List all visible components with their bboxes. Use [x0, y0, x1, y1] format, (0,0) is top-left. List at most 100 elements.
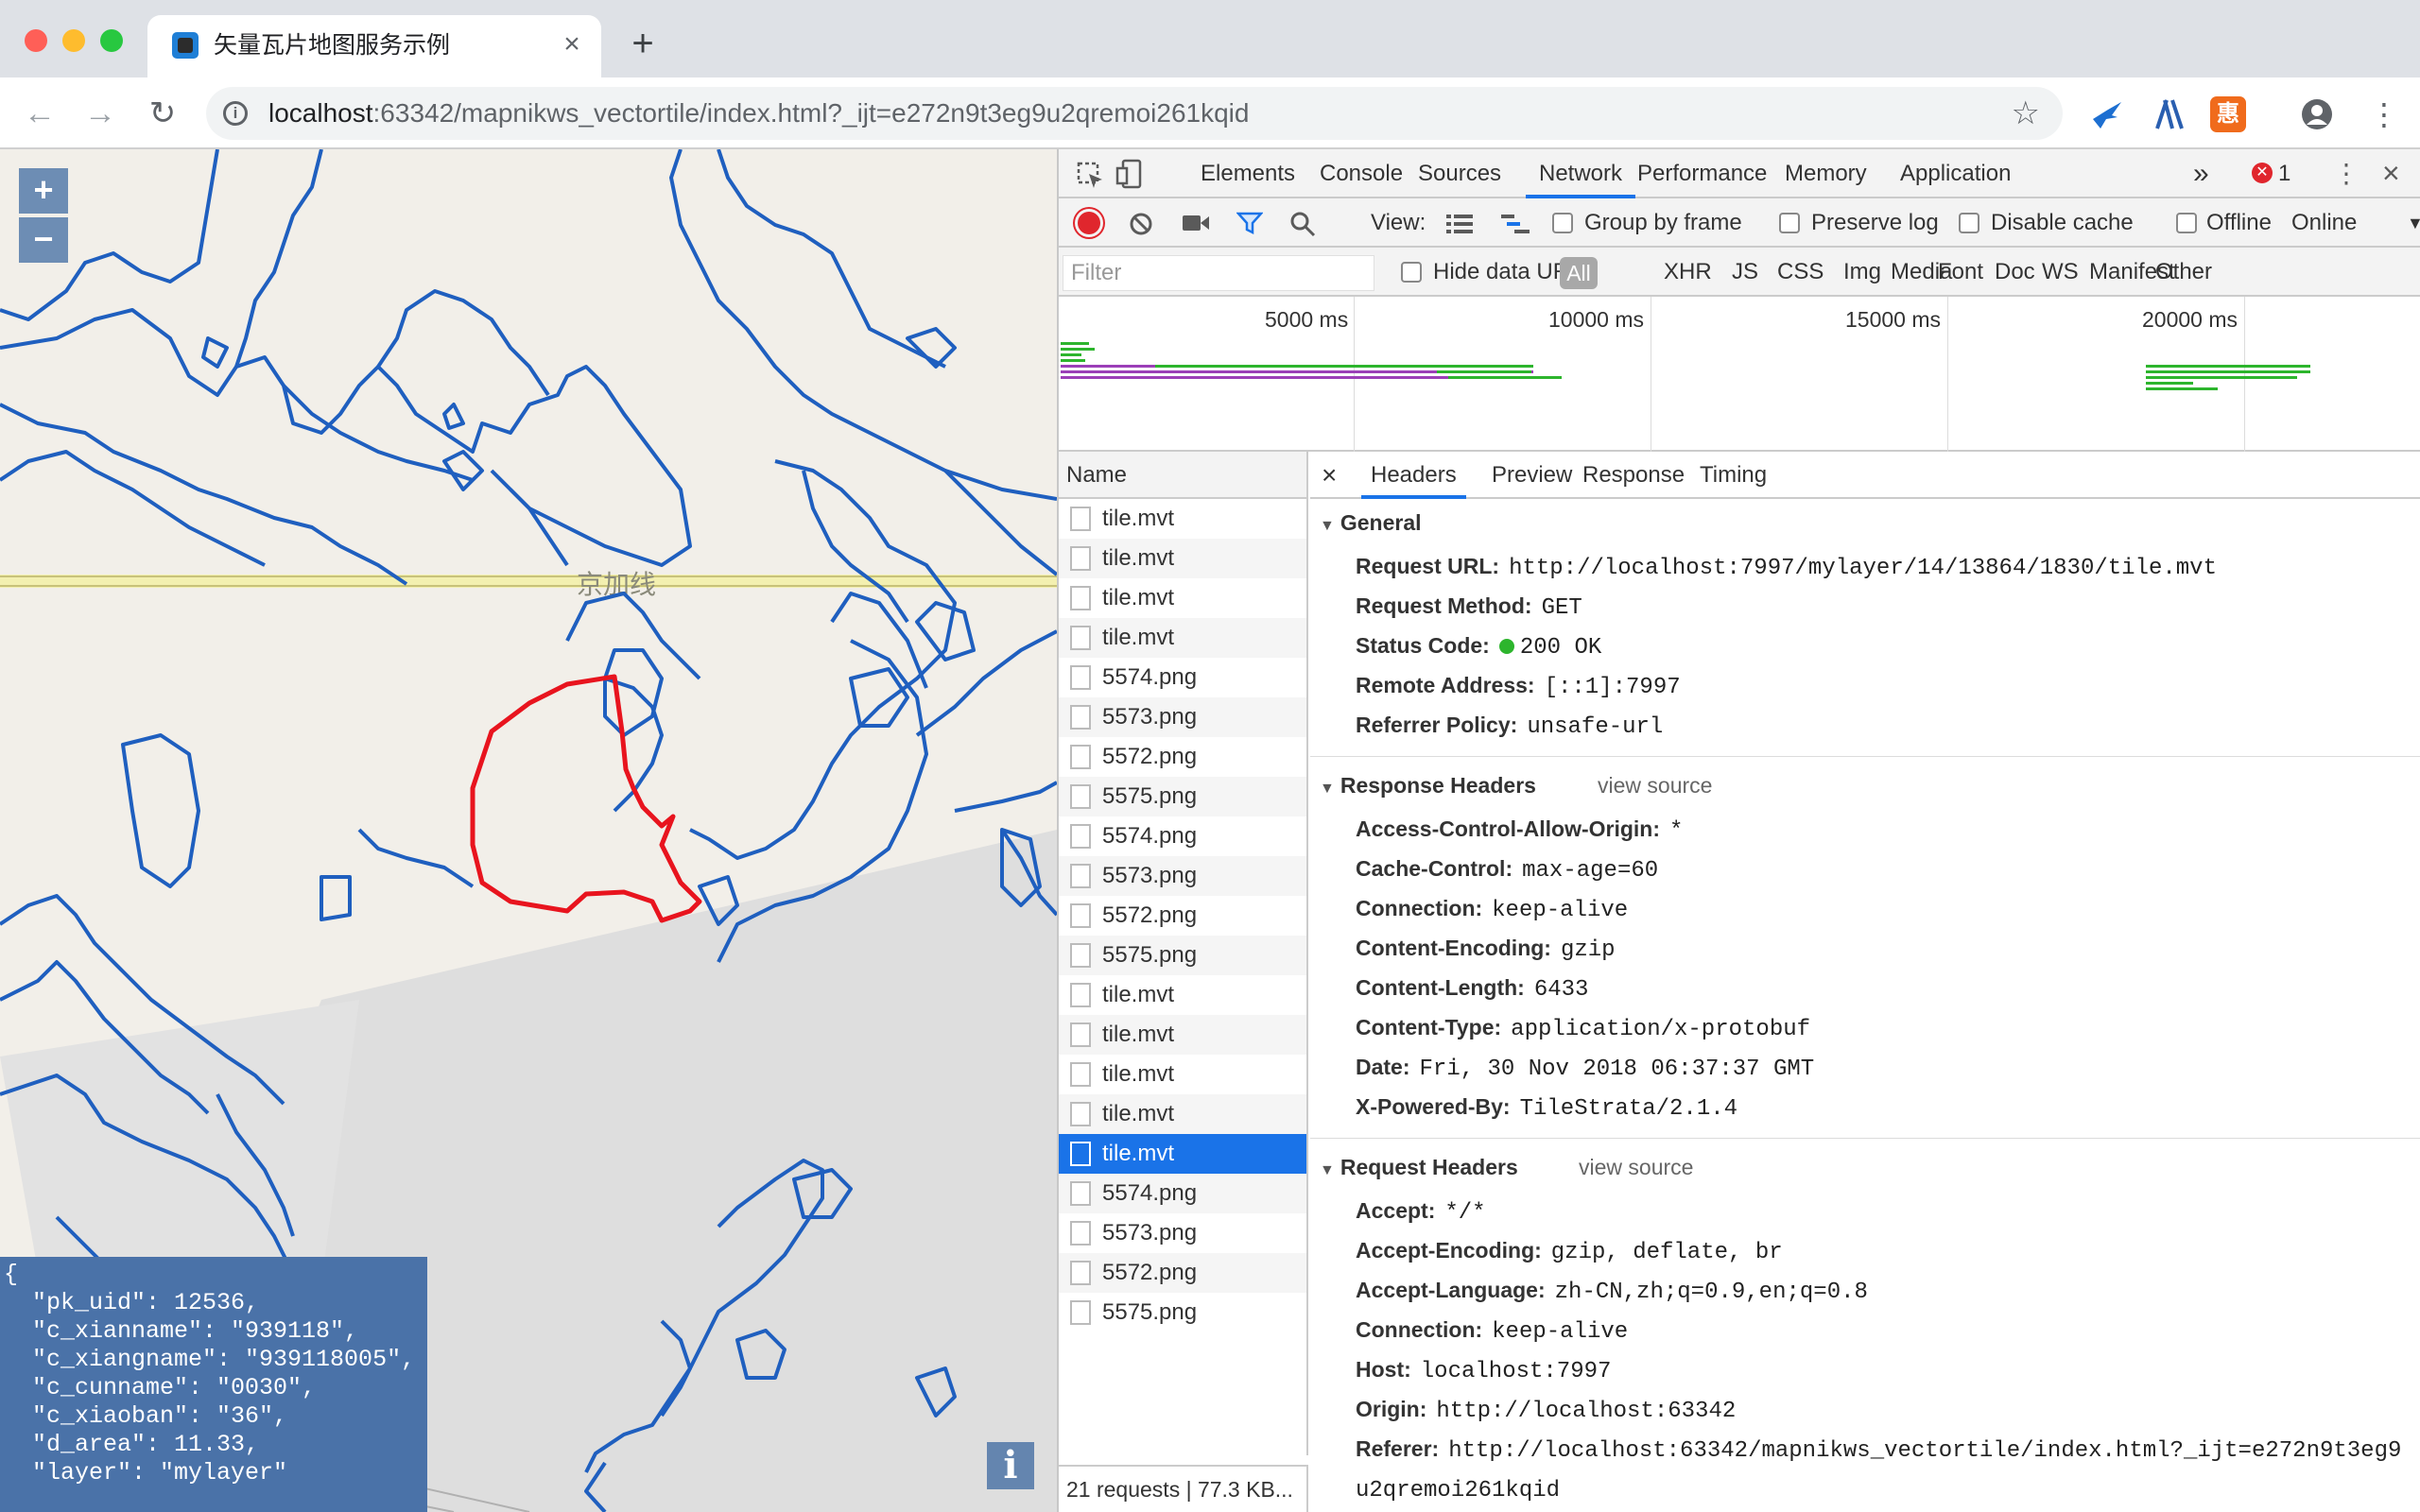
preserve-log-checkbox[interactable] [1779, 213, 1800, 233]
request-row[interactable]: 5574.png [1059, 658, 1306, 697]
error-icon[interactable]: ✕ [2252, 163, 2273, 183]
type-filter-all[interactable]: All [1560, 257, 1598, 289]
request-row[interactable]: 5575.png [1059, 777, 1306, 816]
devtools-close-icon[interactable]: × [2382, 158, 2400, 188]
request-row[interactable]: tile.mvt [1059, 975, 1306, 1015]
attribution-info-button[interactable]: i [987, 1442, 1034, 1489]
new-tab-button[interactable]: + [624, 25, 662, 62]
bird-extension-icon[interactable] [2089, 96, 2125, 132]
type-filter-js[interactable]: JS [1732, 258, 1758, 286]
tab-close-icon[interactable]: × [556, 28, 588, 60]
close-detail-icon[interactable]: × [1322, 461, 1337, 490]
type-filter-doc[interactable]: Doc [1995, 258, 2035, 286]
browser-menu-icon[interactable]: ⋮ [2369, 98, 2399, 130]
url-text[interactable]: localhost:63342/mapnikws_vectortile/inde… [268, 98, 1249, 129]
request-row[interactable]: 5572.png [1059, 896, 1306, 936]
type-filter-css[interactable]: CSS [1777, 258, 1824, 286]
filter-input[interactable]: Filter [1063, 255, 1374, 291]
detail-tab-preview[interactable]: Preview [1482, 452, 1582, 499]
view-source-link[interactable]: view source [1598, 771, 1712, 799]
chevron-down-icon[interactable]: ▼ [2407, 209, 2420, 237]
name-column-header[interactable]: Name [1059, 452, 1308, 499]
type-filter-xhr[interactable]: XHR [1664, 258, 1712, 286]
large-rows-icon[interactable] [1446, 214, 1473, 234]
offline-checkbox[interactable] [2176, 213, 2197, 233]
selected-parcel[interactable] [470, 674, 702, 923]
inspect-element-icon[interactable] [1076, 161, 1104, 189]
tab-performance[interactable]: Performance [1624, 149, 1780, 198]
request-row[interactable]: 5572.png [1059, 737, 1306, 777]
tab-sources[interactable]: Sources [1405, 149, 1514, 198]
request-row[interactable]: tile.mvt [1059, 1134, 1306, 1174]
detail-tab-timing[interactable]: Timing [1690, 452, 1776, 499]
waterfall-icon[interactable] [1501, 214, 1530, 234]
group-by-frame-checkbox[interactable] [1552, 213, 1573, 233]
bookmark-star-icon[interactable]: ☆ [2012, 94, 2040, 132]
header-value: TileStrata/2.1.4 [1519, 1096, 1738, 1122]
clear-icon[interactable] [1129, 212, 1153, 236]
lambda-extension-icon[interactable] [2152, 96, 2187, 132]
request-row[interactable]: 5574.png [1059, 1174, 1306, 1213]
screenshot-capture-icon[interactable] [1182, 213, 1210, 233]
address-bar[interactable]: i localhost:63342/mapnikws_vectortile/in… [206, 87, 2063, 140]
account-icon[interactable] [2299, 96, 2335, 132]
detail-tab-headers[interactable]: Headers [1361, 452, 1466, 499]
group-by-frame-label: Group by frame [1584, 210, 1742, 235]
request-row[interactable]: 5572.png [1059, 1253, 1306, 1293]
type-filter-font[interactable]: Font [1938, 258, 1983, 286]
request-row[interactable]: 5574.png [1059, 816, 1306, 856]
throttling-select[interactable]: Online [2291, 209, 2357, 237]
more-tabs-icon[interactable]: » [2193, 149, 2209, 198]
request-row[interactable]: tile.mvt [1059, 1094, 1306, 1134]
response_headers-section-header[interactable]: ▼ Response Headers [1320, 771, 1536, 803]
back-button[interactable]: ← [19, 93, 60, 134]
filter-icon[interactable] [1236, 211, 1263, 235]
request-row[interactable]: 5573.png [1059, 697, 1306, 737]
general-section-header[interactable]: ▼ General [1320, 508, 1422, 541]
record-icon[interactable] [1078, 212, 1100, 234]
request_headers-section-header[interactable]: ▼ Request Headers [1320, 1153, 1518, 1185]
network-overview-timeline[interactable]: 5000 ms 10000 ms 15000 ms 20000 ms [1059, 297, 2420, 452]
device-toolbar-icon[interactable] [1115, 159, 1144, 189]
tab-elements[interactable]: Elements [1187, 149, 1308, 198]
forward-button[interactable]: → [79, 93, 121, 134]
tab-application[interactable]: Application [1887, 149, 2024, 198]
request-row[interactable]: 5575.png [1059, 1293, 1306, 1332]
detail-tab-response[interactable]: Response [1573, 452, 1694, 499]
document-icon [1070, 1102, 1091, 1126]
header-key: Content-Encoding: [1356, 936, 1551, 960]
disable-cache-checkbox[interactable] [1959, 213, 1979, 233]
request-row[interactable]: 5573.png [1059, 856, 1306, 896]
type-filter-img[interactable]: Img [1843, 258, 1881, 286]
request-row[interactable]: 5575.png [1059, 936, 1306, 975]
hide-data-urls-checkbox[interactable] [1401, 262, 1422, 283]
tab-console[interactable]: Console [1306, 149, 1416, 198]
browser-tab[interactable]: 矢量瓦片地图服务示例 × [147, 15, 601, 77]
devtools-menu-icon[interactable]: ⋮ [2333, 160, 2360, 188]
site-info-icon[interactable]: i [223, 101, 248, 126]
request-row[interactable]: tile.mvt [1059, 539, 1306, 578]
error-count[interactable]: 1 [2278, 160, 2290, 188]
request-row[interactable]: 5573.png [1059, 1213, 1306, 1253]
maximize-window-button[interactable] [100, 29, 123, 52]
zoom-in-button[interactable]: + [19, 168, 68, 214]
request-row[interactable]: tile.mvt [1059, 1015, 1306, 1055]
request-row[interactable]: tile.mvt [1059, 618, 1306, 658]
zoom-out-button[interactable]: − [19, 217, 68, 263]
view-source-link[interactable]: view source [1579, 1153, 1693, 1181]
minimize-window-button[interactable] [62, 29, 85, 52]
reload-button[interactable]: ↻ [142, 93, 183, 134]
document-icon [1070, 546, 1091, 571]
header-key: Access-Control-Allow-Origin: [1356, 816, 1661, 841]
tab-memory[interactable]: Memory [1772, 149, 1880, 198]
type-filter-ws[interactable]: WS [2042, 258, 2079, 286]
type-filter-other[interactable]: Other [2155, 258, 2212, 286]
tab-network[interactable]: Network [1526, 149, 1636, 198]
orange-extension-icon[interactable]: 惠 [2210, 96, 2246, 132]
request-row[interactable]: tile.mvt [1059, 1055, 1306, 1094]
request-row[interactable]: tile.mvt [1059, 499, 1306, 539]
header-value: * [1669, 818, 1684, 844]
request-row[interactable]: tile.mvt [1059, 578, 1306, 618]
search-icon[interactable] [1289, 211, 1316, 237]
close-window-button[interactable] [25, 29, 47, 52]
